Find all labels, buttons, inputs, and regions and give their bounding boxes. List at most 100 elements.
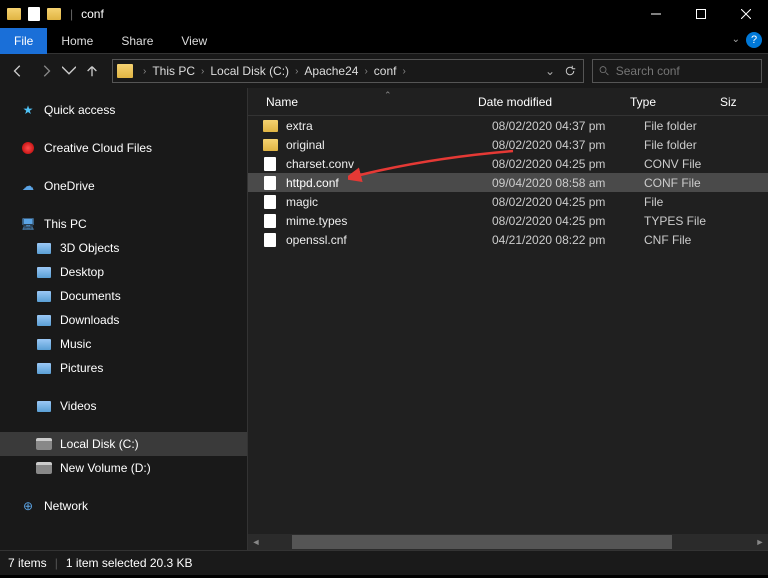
tab-file[interactable]: File — [0, 28, 47, 54]
file-row[interactable]: magic08/02/2020 04:25 pmFile — [248, 192, 768, 211]
sidebar-local-disk[interactable]: Local Disk (C:) — [0, 432, 247, 456]
up-button[interactable] — [80, 59, 104, 83]
scroll-right-icon[interactable]: ► — [752, 534, 768, 550]
search-box[interactable] — [592, 59, 762, 83]
navigation-pane: ★Quick access Creative Cloud Files ☁OneD… — [0, 88, 248, 550]
tab-share[interactable]: Share — [107, 28, 167, 54]
ribbon-expand-icon[interactable]: ⌄ — [732, 34, 740, 45]
status-item-count: 7 items — [8, 556, 47, 570]
chevron-right-icon[interactable]: › — [291, 66, 302, 77]
title-bar: | conf — [0, 0, 768, 28]
sidebar-downloads[interactable]: Downloads — [0, 308, 247, 332]
folder-icon — [36, 336, 52, 352]
column-header-size[interactable]: Siz — [720, 95, 768, 109]
close-button[interactable] — [723, 0, 768, 28]
address-dropdown-icon[interactable]: ⌄ — [541, 64, 559, 78]
tab-view[interactable]: View — [167, 28, 221, 54]
back-button[interactable] — [6, 59, 30, 83]
search-icon — [599, 65, 610, 77]
sidebar-item-label: Desktop — [60, 265, 104, 279]
folder-icon — [46, 6, 62, 22]
file-list[interactable]: extra08/02/2020 04:37 pmFile folderorigi… — [248, 116, 768, 550]
file-name: openssl.cnf — [286, 233, 492, 247]
file-name: original — [286, 138, 492, 152]
scroll-left-icon[interactable]: ◄ — [248, 534, 264, 550]
file-date: 08/02/2020 04:25 pm — [492, 214, 644, 228]
sidebar-quick-access[interactable]: ★Quick access — [0, 98, 247, 122]
folder-icon — [36, 398, 52, 414]
file-row[interactable]: mime.types08/02/2020 04:25 pmTYPES File — [248, 211, 768, 230]
breadcrumb-item[interactable]: Local Disk (C:) — [208, 64, 291, 78]
breadcrumb-item[interactable]: conf — [372, 64, 399, 78]
sidebar-item-label: Videos — [60, 399, 96, 413]
sidebar-item-label: Quick access — [44, 103, 115, 117]
file-icon — [262, 156, 278, 172]
column-header-type[interactable]: Type — [630, 95, 720, 109]
refresh-button[interactable] — [561, 65, 579, 77]
sidebar-creative-cloud[interactable]: Creative Cloud Files — [0, 136, 247, 160]
sidebar-documents[interactable]: Documents — [0, 284, 247, 308]
sidebar-videos[interactable]: Videos — [0, 394, 247, 418]
history-dropdown-icon[interactable] — [62, 59, 76, 83]
file-name: extra — [286, 119, 492, 133]
navigation-bar: › This PC › Local Disk (C:) › Apache24 ›… — [0, 54, 768, 88]
file-type: File — [644, 195, 734, 209]
sidebar-onedrive[interactable]: ☁OneDrive — [0, 174, 247, 198]
sidebar-desktop[interactable]: Desktop — [0, 260, 247, 284]
pc-icon: 🖥 — [20, 216, 36, 232]
folder-icon — [36, 360, 52, 376]
breadcrumb-item[interactable]: This PC — [150, 64, 197, 78]
folder-icon — [36, 240, 52, 256]
sidebar-pictures[interactable]: Pictures — [0, 356, 247, 380]
file-type: TYPES File — [644, 214, 734, 228]
sidebar-item-label: Creative Cloud Files — [44, 141, 152, 155]
scrollbar-thumb[interactable] — [292, 535, 672, 549]
file-row[interactable]: httpd.conf09/04/2020 08:58 amCONF File — [248, 173, 768, 192]
help-button[interactable]: ? — [746, 32, 762, 48]
chevron-right-icon[interactable]: › — [398, 66, 409, 77]
sidebar-music[interactable]: Music — [0, 332, 247, 356]
folder-icon — [117, 64, 133, 78]
file-type: CNF File — [644, 233, 734, 247]
folder-icon — [36, 264, 52, 280]
file-type: File folder — [644, 119, 734, 133]
folder-icon — [262, 137, 278, 153]
tab-home[interactable]: Home — [47, 28, 107, 54]
file-row[interactable]: extra08/02/2020 04:37 pmFile folder — [248, 116, 768, 135]
sidebar-new-volume[interactable]: New Volume (D:) — [0, 456, 247, 480]
sidebar-item-label: OneDrive — [44, 179, 95, 193]
document-icon — [26, 6, 42, 22]
sidebar-item-label: New Volume (D:) — [60, 461, 151, 475]
file-icon — [262, 194, 278, 210]
file-icon — [262, 175, 278, 191]
chevron-right-icon[interactable]: › — [360, 66, 371, 77]
address-bar[interactable]: › This PC › Local Disk (C:) › Apache24 ›… — [112, 59, 584, 83]
file-name: httpd.conf — [286, 176, 492, 190]
file-date: 08/02/2020 04:25 pm — [492, 195, 644, 209]
horizontal-scrollbar[interactable]: ◄ ► — [248, 534, 768, 550]
column-header-name[interactable]: Name — [248, 95, 478, 109]
sidebar-3d-objects[interactable]: 3D Objects — [0, 236, 247, 260]
forward-button[interactable] — [34, 59, 58, 83]
file-name: mime.types — [286, 214, 492, 228]
sidebar-this-pc[interactable]: 🖥This PC — [0, 212, 247, 236]
file-row[interactable]: openssl.cnf04/21/2020 08:22 pmCNF File — [248, 230, 768, 249]
file-icon — [262, 213, 278, 229]
chevron-right-icon[interactable]: › — [139, 66, 150, 77]
search-input[interactable] — [616, 64, 755, 78]
sidebar-item-label: Network — [44, 499, 88, 513]
file-row[interactable]: charset.conv08/02/2020 04:25 pmCONV File — [248, 154, 768, 173]
column-headers: Name ⌃ Date modified Type Siz — [248, 88, 768, 116]
file-type: CONF File — [644, 176, 734, 190]
file-row[interactable]: original08/02/2020 04:37 pmFile folder — [248, 135, 768, 154]
sidebar-network[interactable]: ⊕Network — [0, 494, 247, 518]
sidebar-item-label: 3D Objects — [60, 241, 119, 255]
breadcrumb-item[interactable]: Apache24 — [302, 64, 360, 78]
chevron-right-icon[interactable]: › — [197, 66, 208, 77]
file-name: magic — [286, 195, 492, 209]
maximize-button[interactable] — [678, 0, 723, 28]
column-header-date[interactable]: Date modified — [478, 95, 630, 109]
minimize-button[interactable] — [633, 0, 678, 28]
creative-cloud-icon — [20, 140, 36, 156]
file-date: 09/04/2020 08:58 am — [492, 176, 644, 190]
